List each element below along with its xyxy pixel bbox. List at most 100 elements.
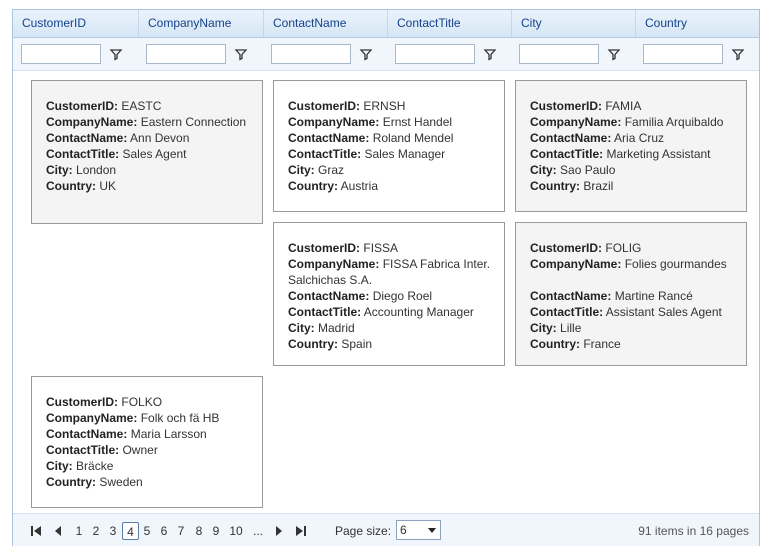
card-spacer (530, 272, 736, 288)
field-label: ContactName: (530, 289, 612, 303)
contact-name-value: Ann Devon (130, 131, 190, 145)
contact-title-value: Sales Manager (364, 147, 446, 161)
field-label: Country: (46, 179, 96, 193)
company-name-value: Ernst Handel (382, 115, 453, 129)
page-link[interactable]: 10 (227, 522, 245, 540)
page-link[interactable]: 6 (158, 522, 170, 540)
filter-icon[interactable] (731, 47, 745, 61)
field-label: ContactName: (46, 131, 128, 145)
customer-card[interactable]: CustomerID: EASTC CompanyName: Eastern C… (31, 80, 263, 224)
prev-page-icon[interactable] (51, 524, 65, 538)
field-label: City: (288, 321, 315, 335)
customer-card[interactable]: CustomerID: FISSA CompanyName: FISSA Fab… (273, 222, 505, 366)
field-label: City: (46, 459, 73, 473)
column-header-city[interactable]: City (512, 10, 636, 37)
page-size-value: 6 (400, 523, 407, 537)
page-link[interactable]: 9 (210, 522, 222, 540)
page-link[interactable]: 3 (107, 522, 119, 540)
field-label: CompanyName: (288, 257, 380, 271)
field-label: ContactTitle: (46, 443, 120, 457)
first-page-icon[interactable] (29, 524, 43, 538)
column-header-country[interactable]: Country (636, 10, 759, 37)
pager-info-text: items in (651, 524, 700, 538)
customer-card[interactable]: CustomerID: FOLIG CompanyName: Folies go… (515, 222, 747, 366)
contact-name-value: Aria Cruz (614, 131, 665, 145)
field-label: CustomerID: (530, 241, 603, 255)
page-link[interactable]: 1 (73, 522, 85, 540)
field-label: Country: (530, 179, 580, 193)
filter-icon[interactable] (359, 47, 373, 61)
filter-input-country[interactable] (643, 44, 723, 64)
filter-icon[interactable] (483, 47, 497, 61)
filter-input-city[interactable] (519, 44, 599, 64)
page-link[interactable]: 5 (141, 522, 153, 540)
filter-icon[interactable] (234, 47, 248, 61)
column-header-customerid[interactable]: CustomerID (13, 10, 139, 37)
filter-input-companyname[interactable] (146, 44, 226, 64)
filter-icon[interactable] (607, 47, 621, 61)
country-value: France (583, 337, 621, 351)
page-link[interactable]: 7 (175, 522, 187, 540)
field-label: CustomerID: (46, 395, 119, 409)
customer-id-value: FAMIA (605, 99, 642, 113)
filter-row (13, 38, 759, 71)
country-value: Brazil (583, 179, 614, 193)
column-header-row: CustomerID CompanyName ContactName Conta… (13, 10, 759, 38)
field-label: Country: (288, 337, 338, 351)
field-label: ContactTitle: (530, 305, 604, 319)
page-link[interactable]: 8 (193, 522, 205, 540)
field-label: ContactName: (46, 427, 128, 441)
customer-id-value: FOLIG (605, 241, 642, 255)
customer-card[interactable]: CustomerID: FAMIA CompanyName: Familia A… (515, 80, 747, 212)
pager-info-text: pages (712, 524, 749, 538)
filter-input-customerid[interactable] (21, 44, 101, 64)
field-label: CompanyName: (288, 115, 380, 129)
field-label: City: (530, 321, 557, 335)
field-label: ContactName: (288, 289, 370, 303)
filter-icon[interactable] (109, 47, 123, 61)
city-value: Bräcke (76, 459, 114, 473)
next-page-icon[interactable] (272, 524, 286, 538)
page-link[interactable]: 2 (90, 522, 102, 540)
column-header-companyname[interactable]: CompanyName (139, 10, 264, 37)
field-label: City: (46, 163, 73, 177)
contact-name-value: Martine Rancé (614, 289, 693, 303)
filter-input-contactname[interactable] (271, 44, 351, 64)
column-header-contactname[interactable]: ContactName (264, 10, 388, 37)
company-name-value: Folies gourmandes (624, 257, 727, 271)
city-value: Madrid (318, 321, 355, 335)
customer-id-value: FOLKO (121, 395, 163, 409)
field-label: ContactTitle: (46, 147, 120, 161)
field-label: CustomerID: (530, 99, 603, 113)
page-ellipsis-link[interactable]: ... (251, 522, 265, 540)
customer-id-value: ERNSH (363, 99, 406, 113)
field-label: ContactTitle: (288, 147, 362, 161)
field-label: Country: (46, 475, 96, 489)
country-value: Spain (341, 337, 373, 351)
customer-card[interactable]: CustomerID: FOLKO CompanyName: Folk och … (31, 376, 263, 508)
company-name-value: Folk och fä HB (140, 411, 220, 425)
city-value: Sao Paulo (560, 163, 616, 177)
contact-name-value: Maria Larsson (130, 427, 207, 441)
country-value: Sweden (99, 475, 143, 489)
contact-title-value: Accounting Manager (363, 305, 474, 319)
contact-name-value: Diego Roel (372, 289, 433, 303)
page-link-current[interactable]: 4 (122, 522, 139, 540)
company-name-value: Eastern Connection (140, 115, 247, 129)
company-name-value: Familia Arquibaldo (624, 115, 724, 129)
customer-card[interactable]: CustomerID: ERNSH CompanyName: Ernst Han… (273, 80, 505, 212)
country-value: UK (99, 179, 117, 193)
customer-id-value: EASTC (121, 99, 162, 113)
list-view-grid: CustomerID CompanyName ContactName Conta… (12, 9, 760, 546)
last-page-icon[interactable] (294, 524, 308, 538)
total-pages: 16 (699, 524, 713, 538)
filter-input-contacttitle[interactable] (395, 44, 475, 64)
page-size-dropdown[interactable]: 6 (396, 520, 441, 540)
column-header-contacttitle[interactable]: ContactTitle (388, 10, 512, 37)
field-label: CustomerID: (288, 99, 361, 113)
contact-title-value: Marketing Assistant (606, 147, 711, 161)
contact-title-value: Owner (122, 443, 158, 457)
country-value: Austria (340, 179, 379, 193)
pager-info: 91 items in 16 pages (638, 522, 749, 540)
chevron-down-icon (428, 528, 436, 533)
